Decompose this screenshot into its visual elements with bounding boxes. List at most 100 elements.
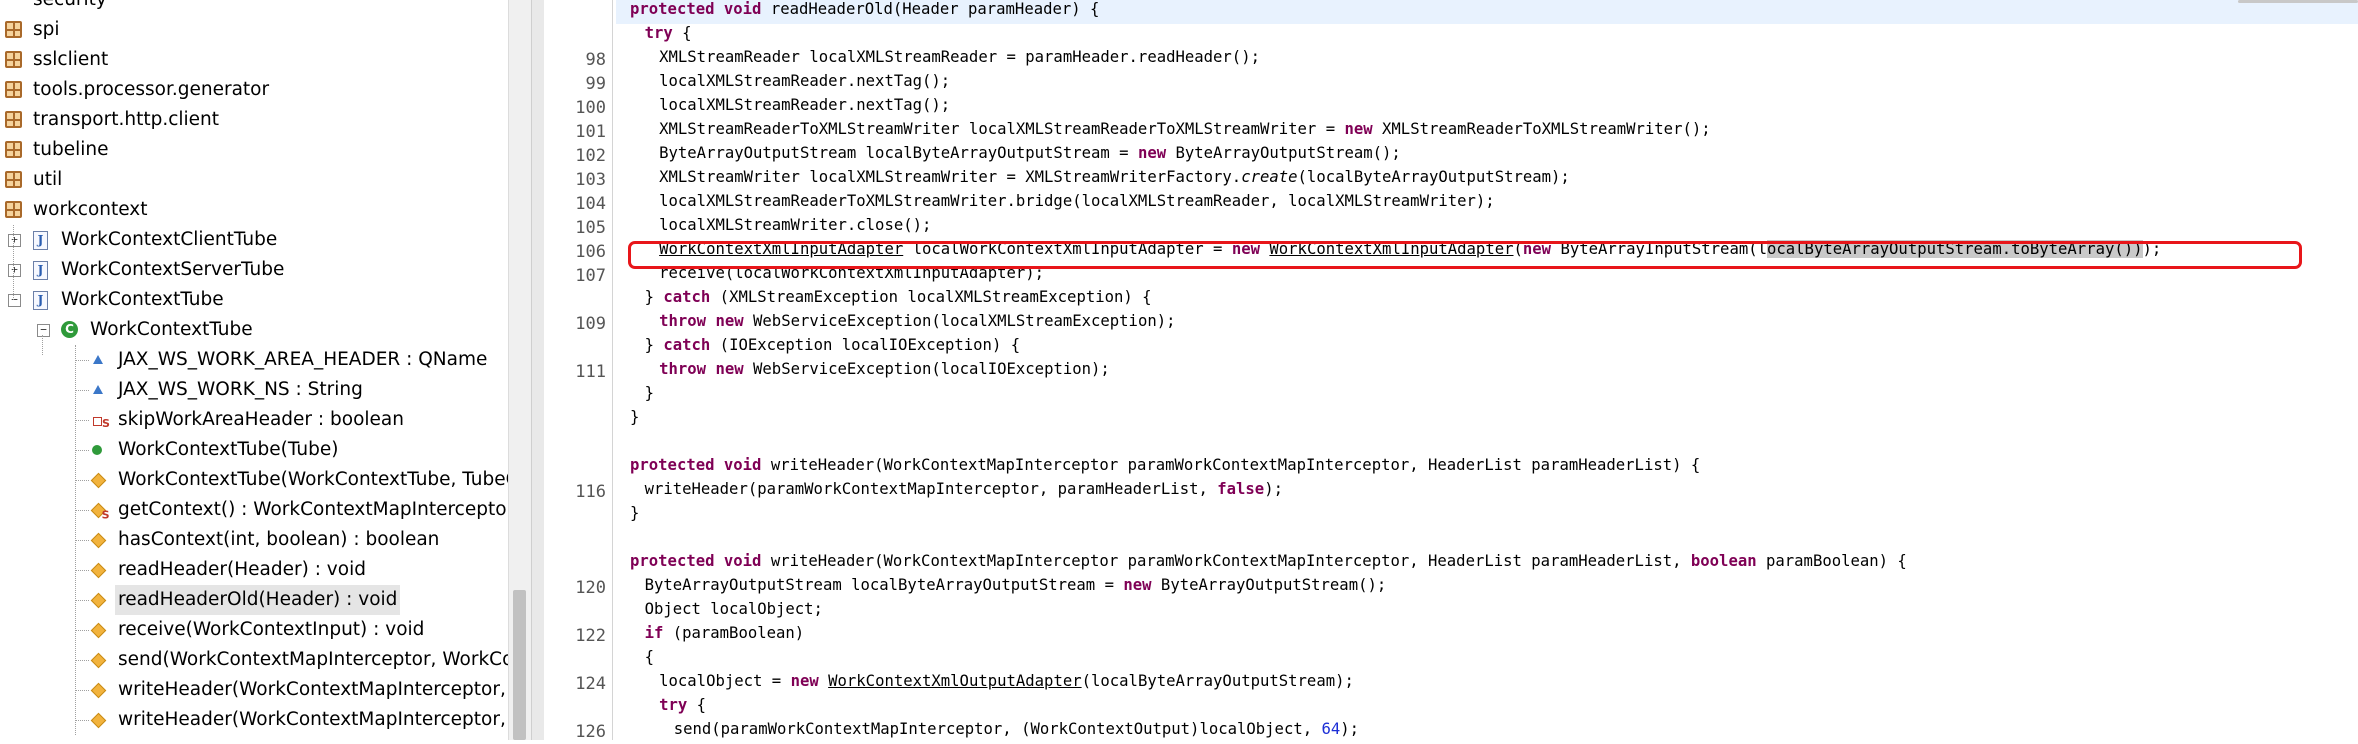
tree-item[interactable]: util (0, 165, 508, 195)
tree-item-label: tubeline (33, 139, 109, 160)
code-line[interactable]: try { (659, 696, 706, 720)
code-line[interactable]: { (645, 648, 654, 672)
code-line[interactable]: writeHeader(paramWorkContextMapIntercept… (645, 480, 1283, 504)
tree-connector (75, 630, 89, 631)
collapse-icon[interactable]: − (37, 324, 50, 337)
code-token: WebServiceException(localIOException); (743, 360, 1110, 378)
tree-item-label: WorkContextServerTube (61, 259, 285, 280)
code-line[interactable]: XMLStreamWriter localXMLStreamWriter = X… (659, 168, 1570, 192)
code-line[interactable]: XMLStreamReader localXMLStreamReader = p… (659, 48, 1260, 72)
code-line[interactable]: } (630, 408, 639, 432)
code-line[interactable]: ByteArrayOutputStream localByteArrayOutp… (659, 144, 1401, 168)
keyword-token: throw (659, 360, 707, 378)
code-line[interactable]: localXMLStreamReaderToXMLStreamWriter.br… (659, 192, 1495, 216)
code-line[interactable]: localXMLStreamReader.nextTag(); (659, 72, 950, 96)
code-area[interactable]: protected void readHeaderOld(Header para… (630, 0, 2358, 740)
tree-item-label: writeHeader(WorkContextMapInterceptor, H (118, 709, 508, 730)
tree-item[interactable]: spi (0, 15, 508, 45)
code-token: (paramBoolean) (663, 624, 805, 642)
tree-item[interactable]: sslclient (0, 45, 508, 75)
protected-method-icon (90, 682, 107, 699)
tree-item[interactable]: security (0, 0, 508, 15)
protected-field-icon (93, 355, 103, 364)
code-line[interactable]: XMLStreamReaderToXMLStreamWriter localXM… (659, 120, 1711, 144)
keyword-token: protected (630, 0, 715, 18)
number-token: 64 (1321, 720, 1341, 738)
code-line[interactable]: throw new WebServiceException(localIOExc… (659, 360, 1110, 384)
tree-scrollbar[interactable] (508, 0, 531, 740)
line-number: 122 (575, 626, 606, 646)
protected-method-icon (90, 712, 107, 729)
code-editor[interactable]: 98 99 100 101 102 103 104 105 106 107 109 111 116 120… (544, 0, 2358, 742)
public-constructor-icon (92, 445, 102, 455)
code-line[interactable]: if (paramBoolean) (645, 624, 805, 648)
line-number: 105 (575, 218, 606, 238)
keyword-token: boolean (1690, 552, 1757, 570)
tree-item[interactable]: transport.http.client (0, 105, 508, 135)
code-line[interactable]: localXMLStreamReader.nextTag(); (659, 96, 950, 120)
expand-icon[interactable]: + (8, 264, 21, 277)
tree-item[interactable]: tubeline (0, 135, 508, 165)
tree-item-label: receive(WorkContextInput) : void (118, 619, 425, 640)
protected-method-icon (90, 532, 107, 549)
tree-item-label: send(WorkContextMapInterceptor, WorkCor (118, 649, 508, 670)
tree-scrollbar-thumb[interactable] (513, 590, 526, 740)
tree-connector (75, 570, 89, 571)
java-file-icon: J (33, 291, 48, 310)
code-line[interactable]: ByteArrayOutputStream localByteArrayOutp… (645, 576, 1387, 600)
tree-item-label: util (33, 169, 63, 190)
code-line[interactable]: protected void readHeaderOld(Header para… (630, 0, 1099, 24)
code-line[interactable]: } catch (XMLStreamException localXMLStre… (645, 288, 1152, 312)
keyword-token: try (659, 696, 688, 714)
protected-method-icon (90, 472, 107, 489)
tree-item-label: WorkContextTube(Tube) (118, 439, 339, 460)
code-token: XMLStreamReaderToXMLStreamWriter localXM… (659, 120, 1345, 138)
tree-item[interactable]: + J WorkContextClientTube (0, 225, 508, 255)
package-icon (5, 201, 22, 218)
tree-connector (75, 510, 89, 511)
pane-splitter[interactable] (531, 0, 545, 740)
tree-item[interactable]: − C WorkContextTube (0, 315, 508, 345)
package-explorer-tree: security spi sslclient tools.processor.gene… (0, 0, 508, 740)
tree-item-label: skipWorkAreaHeader : boolean (118, 409, 404, 430)
tree-item-label: readHeader(Header) : void (118, 559, 366, 580)
code-token: ByteArrayOutputStream(); (1166, 144, 1401, 162)
code-line[interactable]: try { (645, 24, 692, 48)
code-token: writeHeader(WorkContextMapInterceptor pa… (761, 552, 1691, 570)
keyword-token: protected (630, 552, 715, 570)
package-icon (5, 141, 22, 158)
code-line[interactable]: protected void writeHeader(WorkContextMa… (630, 552, 1907, 576)
expand-icon[interactable]: + (8, 234, 21, 247)
tree-item[interactable]: + J WorkContextServerTube (0, 255, 508, 285)
tree-connector (75, 420, 89, 421)
protected-method-icon (90, 562, 107, 579)
code-line[interactable]: protected void writeHeader(WorkContextMa… (630, 456, 1700, 480)
tree-item[interactable]: tools.processor.generator (0, 75, 508, 105)
tree-item-label: sslclient (33, 49, 109, 70)
private-static-field-icon: S (93, 417, 110, 430)
tree-item-label: readHeaderOld(Header) : void (115, 585, 401, 615)
code-line[interactable]: } (630, 504, 639, 528)
tree-item[interactable]: workcontext (0, 195, 508, 225)
linked-type-token: WorkContextXmlOutputAdapter (828, 672, 1082, 690)
tree-item[interactable]: − J WorkContextTube (0, 285, 508, 315)
java-file-icon: J (33, 231, 48, 250)
code-token: } (630, 408, 640, 426)
code-line[interactable]: Object localObject; (645, 600, 823, 624)
code-line[interactable]: send(paramWorkContextMapInterceptor, (Wo… (674, 720, 1359, 744)
tree-connector (75, 390, 89, 391)
code-token: } (630, 504, 640, 522)
code-line[interactable]: } (645, 384, 654, 408)
code-line[interactable]: } catch (IOException localIOException) { (645, 336, 1021, 360)
tree-item-label: WorkContextTube(WorkContextTube, TubeC (118, 469, 508, 490)
code-line[interactable]: localObject = new WorkContextXmlOutputAd… (659, 672, 1354, 696)
code-token: } (644, 336, 664, 354)
code-line[interactable]: throw new WebServiceException(localXMLSt… (659, 312, 1175, 336)
java-file-icon: J (33, 261, 48, 280)
code-line[interactable]: localXMLStreamWriter.close(); (659, 216, 931, 240)
code-token: (localByteArrayOutputStream); (1081, 672, 1354, 690)
keyword-token: new (715, 360, 744, 378)
collapse-icon[interactable]: − (8, 294, 21, 307)
